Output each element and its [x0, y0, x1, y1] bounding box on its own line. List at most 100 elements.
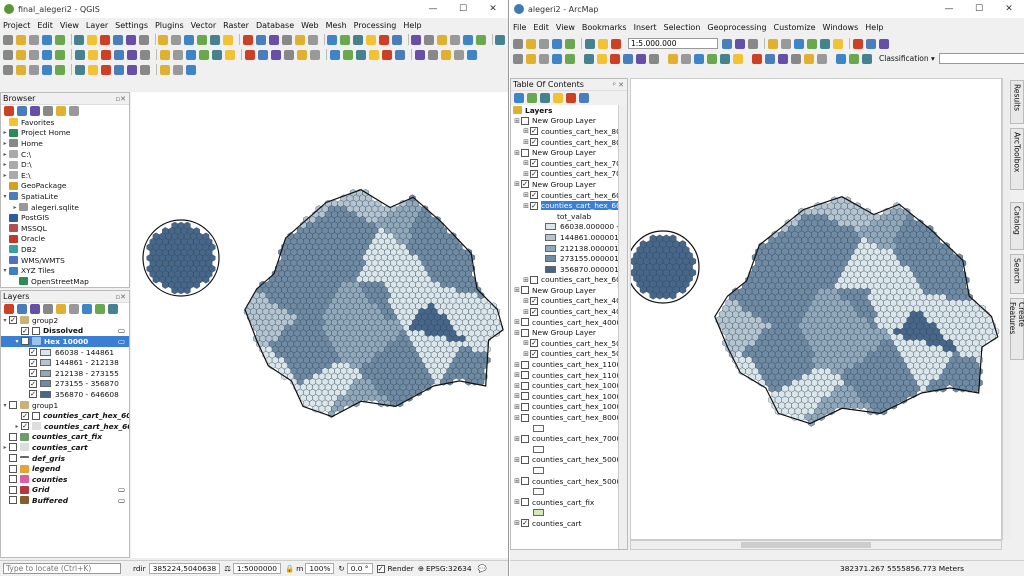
expand-icon[interactable]: ⊞: [522, 202, 530, 210]
tool-icon[interactable]: [17, 304, 27, 314]
browser-item[interactable]: ▾ SpatiaLite: [1, 191, 129, 202]
checkbox[interactable]: ✓: [29, 379, 37, 388]
tool-icon[interactable]: [449, 34, 460, 45]
checkbox[interactable]: [521, 371, 529, 380]
tool-icon[interactable]: [879, 38, 889, 49]
checkbox[interactable]: ✓: [29, 390, 37, 399]
tool-icon[interactable]: [722, 38, 732, 49]
tool-icon[interactable]: [100, 34, 111, 45]
tool-icon[interactable]: [748, 38, 758, 49]
expand-icon[interactable]: ▸: [1, 140, 9, 147]
checkbox[interactable]: ✓: [29, 348, 37, 357]
browser-item[interactable]: ▾ XYZ Tiles: [1, 265, 129, 276]
tool-icon[interactable]: [307, 34, 318, 45]
toc-layer[interactable]: [513, 423, 627, 434]
browser-item[interactable]: WMS/WMTS: [1, 255, 129, 266]
tool-icon[interactable]: [56, 106, 66, 116]
tool-icon[interactable]: [82, 304, 92, 314]
arcmap-map-view[interactable]: [630, 78, 1002, 540]
toc-layer[interactable]: ⊞ counties_cart_hex_10000: [513, 380, 627, 391]
tool-icon[interactable]: [668, 53, 678, 64]
tool-icon[interactable]: [87, 34, 98, 45]
toc-layer[interactable]: ⊞ ✓ counties_cart_hex_40: [513, 296, 627, 307]
checkbox[interactable]: ✓: [530, 191, 538, 200]
tool-icon[interactable]: [160, 64, 170, 75]
menu-item-layer[interactable]: Layer: [86, 21, 108, 30]
tool-icon[interactable]: [3, 64, 13, 75]
expand-icon[interactable]: ▸: [11, 204, 19, 211]
expand-icon[interactable]: ⊞: [522, 350, 530, 358]
tool-icon[interactable]: [74, 34, 85, 45]
menu-item-mesh[interactable]: Mesh: [326, 21, 347, 30]
checkbox[interactable]: [521, 455, 529, 464]
expand-icon[interactable]: ▸: [1, 161, 9, 168]
expand-icon[interactable]: ⊞: [513, 519, 521, 527]
lock-icon[interactable]: 🔒: [285, 564, 294, 573]
browser-item[interactable]: OpenStreetMap: [1, 276, 129, 287]
menu-item-plugins[interactable]: Plugins: [155, 21, 184, 30]
menu-item-raster[interactable]: Raster: [223, 21, 249, 30]
tool-icon[interactable]: [462, 34, 473, 45]
tool-icon[interactable]: [636, 53, 646, 64]
browser-item[interactable]: MSSQL: [1, 223, 129, 234]
tool-icon[interactable]: [395, 49, 405, 60]
menu-item-project[interactable]: Project: [3, 21, 30, 30]
expand-icon[interactable]: ▸: [1, 129, 9, 136]
tool-icon[interactable]: [475, 34, 486, 45]
checkbox[interactable]: [32, 326, 40, 335]
tool-icon[interactable]: [553, 93, 563, 103]
toc-group[interactable]: ⊞ New Group Layer: [513, 147, 627, 158]
tool-icon[interactable]: [199, 49, 209, 60]
maximize-button[interactable]: ☐: [448, 4, 478, 14]
layer-row[interactable]: def_gris: [1, 453, 129, 464]
toc-layer[interactable]: ⊞ counties_cart_hex_50000: [513, 476, 627, 487]
tool-icon[interactable]: [454, 49, 464, 60]
browser-item[interactable]: ▸ E:\: [1, 170, 129, 181]
tool-icon[interactable]: [4, 106, 14, 116]
tool-icon[interactable]: [513, 53, 523, 64]
tool-icon[interactable]: [735, 38, 745, 49]
legend-class[interactable]: ✓ 273155 - 356870: [1, 379, 129, 390]
toc-layer[interactable]: ⊞ counties_cart_hex_4000: [513, 317, 627, 328]
menu-item-processing[interactable]: Processing: [354, 21, 397, 30]
group-row[interactable]: ▾ group1: [1, 400, 129, 411]
checkbox[interactable]: ✓: [521, 180, 529, 189]
expand-icon[interactable]: ⊞: [513, 361, 521, 369]
tool-icon[interactable]: [804, 53, 814, 64]
side-tab-arctoolbox[interactable]: ArcToolbox: [1010, 128, 1024, 190]
browser-item[interactable]: ▸ Home: [1, 138, 129, 149]
close-button[interactable]: ✕: [478, 4, 508, 14]
expand-icon[interactable]: ⊞: [513, 382, 521, 390]
tool-icon[interactable]: [866, 38, 876, 49]
tool-icon[interactable]: [29, 49, 39, 60]
tool-icon[interactable]: [255, 34, 266, 45]
tool-icon[interactable]: [778, 53, 788, 64]
toc-layer[interactable]: ⊞ counties_cart_hex_10000: [513, 391, 627, 402]
tool-icon[interactable]: [526, 53, 536, 64]
tool-icon[interactable]: [16, 64, 26, 75]
tool-icon[interactable]: [114, 49, 124, 60]
tool-icon[interactable]: [495, 34, 506, 45]
expand-icon[interactable]: ⊞: [513, 329, 521, 337]
tool-icon[interactable]: [258, 49, 268, 60]
tool-icon[interactable]: [610, 53, 620, 64]
tool-icon[interactable]: [849, 53, 859, 64]
toc-layer[interactable]: [513, 465, 627, 476]
checkbox[interactable]: ✓: [530, 138, 538, 147]
tool-icon[interactable]: [210, 34, 221, 45]
checkbox[interactable]: ✓: [530, 307, 538, 316]
tool-icon[interactable]: [781, 38, 791, 49]
tool-icon[interactable]: [378, 34, 389, 45]
tool-icon[interactable]: [365, 34, 376, 45]
collapse-icon[interactable]: ▾: [13, 338, 21, 345]
tool-icon[interactable]: [29, 34, 39, 45]
tool-icon[interactable]: [4, 304, 14, 314]
tool-icon[interactable]: [173, 64, 183, 75]
checkbox[interactable]: [9, 401, 17, 410]
tool-icon[interactable]: [527, 93, 537, 103]
tool-icon[interactable]: [88, 49, 98, 60]
tool-icon[interactable]: [197, 34, 208, 45]
toc-layer[interactable]: ⊞ ✓ counties_cart_hex_60: [513, 190, 627, 201]
toc-scrollbar[interactable]: [618, 105, 627, 549]
expand-icon[interactable]: ⊞: [522, 170, 530, 178]
